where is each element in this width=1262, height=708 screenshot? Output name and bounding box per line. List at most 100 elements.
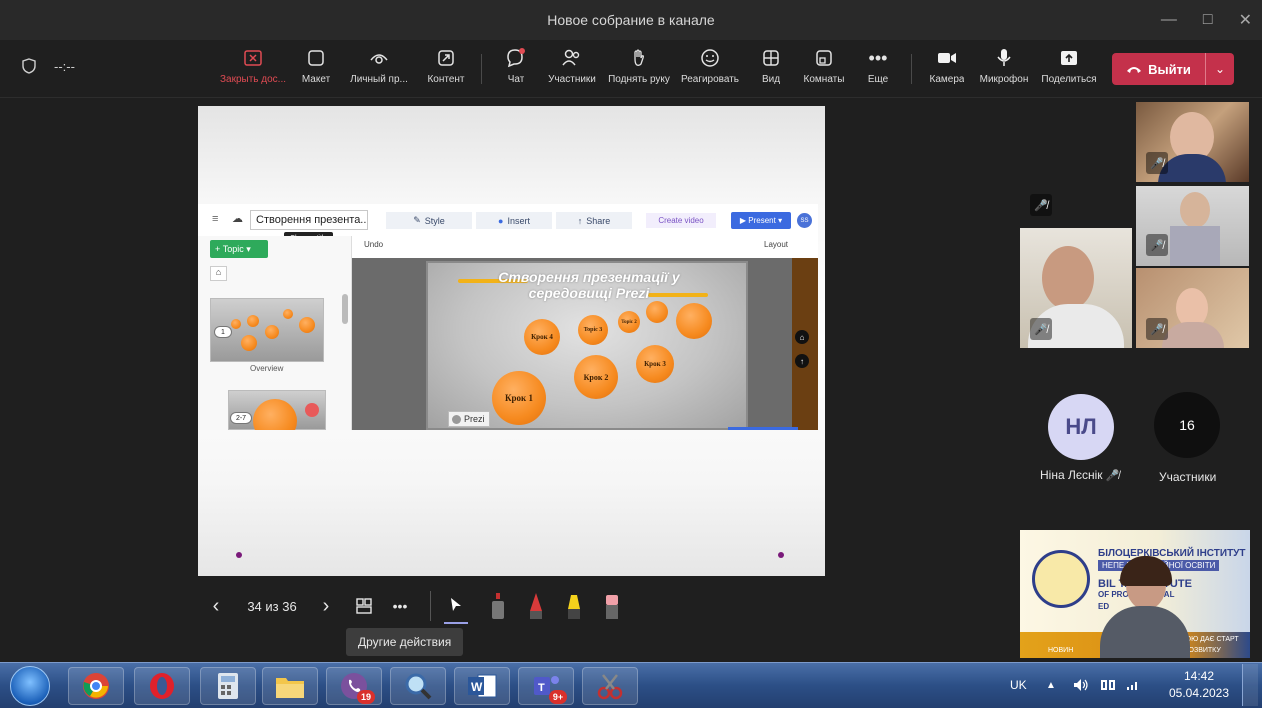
topic2-circle: Topic 2 — [618, 311, 640, 333]
close-icon[interactable]: ✕ — [1239, 10, 1252, 30]
prezi-side-panel — [792, 258, 818, 430]
clock-time: 14:42 — [1183, 669, 1215, 683]
next-slide-icon[interactable]: › — [314, 588, 338, 624]
thumb-circle — [265, 325, 279, 339]
slide-counter: 34 из 36 — [247, 598, 297, 614]
volume-icon[interactable] — [1072, 662, 1090, 708]
leave-button[interactable]: Выйти ⌄ — [1112, 53, 1234, 85]
eraser-icon[interactable] — [600, 591, 624, 621]
network-icon[interactable] — [1100, 662, 1116, 708]
file-explorer-icon[interactable] — [262, 667, 318, 705]
prezi-blue-bar — [728, 427, 798, 430]
laser-dot — [778, 552, 784, 558]
teams-badge: 9+ — [549, 690, 567, 704]
more-actions-icon[interactable]: ••• — [386, 588, 414, 624]
meeting-toolbar: --:-- Закрыть дос... Макет Личный пр... … — [0, 40, 1262, 98]
home-icon: ⌂ — [795, 330, 809, 344]
mic-off-icon: 🎤̸ — [1030, 194, 1052, 216]
ellipsis-icon: ••• — [868, 47, 888, 68]
participant-face — [1180, 192, 1210, 228]
prezi-insert-tab: ● Insert — [476, 212, 552, 229]
people-icon — [561, 46, 583, 70]
windows-start-icon[interactable] — [10, 666, 50, 706]
camera-icon — [936, 46, 958, 70]
minimize-icon[interactable]: — — [1161, 11, 1177, 29]
title-bar: Новое собрание в канале — □ ✕ — [0, 0, 1262, 40]
word-icon[interactable]: W — [454, 667, 510, 705]
mic-button[interactable]: Микрофон — [967, 46, 1041, 85]
presenter-video-tile[interactable]: БІЛОЦЕРКІВСЬКИЙ ІНСТИТУТ НЕПЕ ПРОФЕСІЙНО… — [1020, 530, 1250, 658]
calculator-icon[interactable] — [200, 667, 256, 705]
mic-off-icon: 🎤̸ — [1030, 318, 1052, 340]
participant-tile-4[interactable]: 🎤̸ — [1020, 228, 1132, 348]
teams-icon[interactable]: T 9+ — [518, 667, 574, 705]
snipping-tool-icon[interactable] — [582, 667, 638, 705]
prezi-title: Створення презента... — [250, 210, 368, 230]
presenter-body — [1100, 606, 1190, 658]
thumb-circle — [247, 315, 259, 327]
prezi-logo-icon — [452, 414, 461, 424]
participant-tile-5[interactable]: 🎤̸ — [1136, 268, 1249, 348]
arrow-up-icon: ↑ — [795, 354, 809, 368]
nav-divider — [430, 591, 431, 621]
hamburger-icon: ≡ — [212, 213, 219, 225]
grid-icon — [761, 46, 781, 70]
chrome-icon[interactable] — [68, 667, 124, 705]
home-icon: ⌂ — [210, 266, 227, 281]
thumb-circle — [241, 335, 257, 351]
raise-hand-button[interactable]: Поднять руку — [602, 46, 676, 85]
rooms-icon — [814, 46, 834, 70]
show-desktop-button[interactable] — [1242, 664, 1258, 706]
prev-slide-icon[interactable]: ‹ — [204, 588, 228, 624]
maximize-icon[interactable]: □ — [1203, 11, 1213, 29]
pencil-icon: ✎ — [413, 215, 421, 225]
small-circle — [646, 301, 668, 323]
prezi-slide-frame: Створення презентації у середовищі Prezi… — [426, 261, 748, 430]
avatar[interactable]: НЛ — [1048, 394, 1114, 460]
tray-up-arrow-icon[interactable]: ▲ — [1046, 662, 1056, 708]
viber-badge: 19 — [357, 690, 375, 704]
viber-icon[interactable]: 19 — [326, 667, 382, 705]
mic-off-icon: 🎤̸ — [1146, 234, 1168, 256]
personal-button[interactable]: Личный пр... — [342, 46, 416, 85]
leave-main[interactable]: Выйти — [1112, 62, 1205, 77]
presenter-person — [1100, 556, 1190, 658]
prezi-logo: Prezi — [448, 411, 490, 427]
opera-icon[interactable] — [134, 667, 190, 705]
prezi-thumbnail-2 — [228, 390, 326, 430]
content-button[interactable]: Контент — [409, 46, 483, 85]
krok1-circle: Крок 1 — [492, 371, 546, 425]
phone-hangup-icon — [1127, 67, 1142, 73]
chevron-down-icon[interactable]: ⌄ — [1206, 62, 1234, 76]
participant-tile-3[interactable]: 🎤̸ — [1136, 186, 1249, 266]
prezi-header: ≡ ☁ Створення презента... Change title ✎… — [198, 204, 818, 245]
pen-gray-icon[interactable] — [486, 591, 510, 621]
signal-icon[interactable] — [1126, 662, 1140, 708]
participant-count-avatar[interactable]: 16 — [1154, 392, 1220, 458]
meeting-timer: --:-- — [54, 58, 75, 74]
pen-red-icon[interactable] — [524, 591, 548, 621]
highlighter-yellow-icon[interactable] — [562, 591, 586, 621]
meeting-info: --:-- — [22, 58, 75, 74]
prezi-overview-label: Overview — [250, 364, 284, 373]
prezi-editor-screenshot: ≡ ☁ Створення презента... Change title ✎… — [198, 204, 818, 430]
participants-button[interactable]: Участники — [535, 46, 609, 85]
tray-clock[interactable]: 14:42 05.04.2023 — [1162, 668, 1236, 702]
participant-tile-1[interactable]: 🎤̸ — [1136, 102, 1249, 182]
participant-tile-2[interactable]: 🎤̸ — [1020, 186, 1132, 226]
more-button[interactable]: ••• Еще — [841, 46, 915, 86]
language-indicator[interactable]: UK — [1010, 662, 1027, 708]
prezi-create-video: Create video — [646, 213, 716, 228]
magnifier-icon[interactable] — [390, 667, 446, 705]
teams-meeting-window: Новое собрание в канале — □ ✕ --:-- Закр… — [0, 0, 1262, 708]
thumb-number-2: 2-7 — [230, 412, 252, 424]
prezi-topic-button: + Topic ▾ — [210, 240, 268, 258]
share-button[interactable]: Поделиться — [1032, 46, 1106, 85]
window-title: Новое собрание в канале — [547, 12, 715, 28]
mic-off-icon: 🎤̸ — [1146, 318, 1168, 340]
krok2-circle: Крок 2 — [574, 355, 618, 399]
slides-grid-icon[interactable] — [350, 588, 378, 624]
sidebar-scrollbar — [342, 294, 348, 324]
cloud-icon: ☁ — [232, 213, 243, 225]
pointer-tool-icon[interactable] — [444, 588, 468, 624]
